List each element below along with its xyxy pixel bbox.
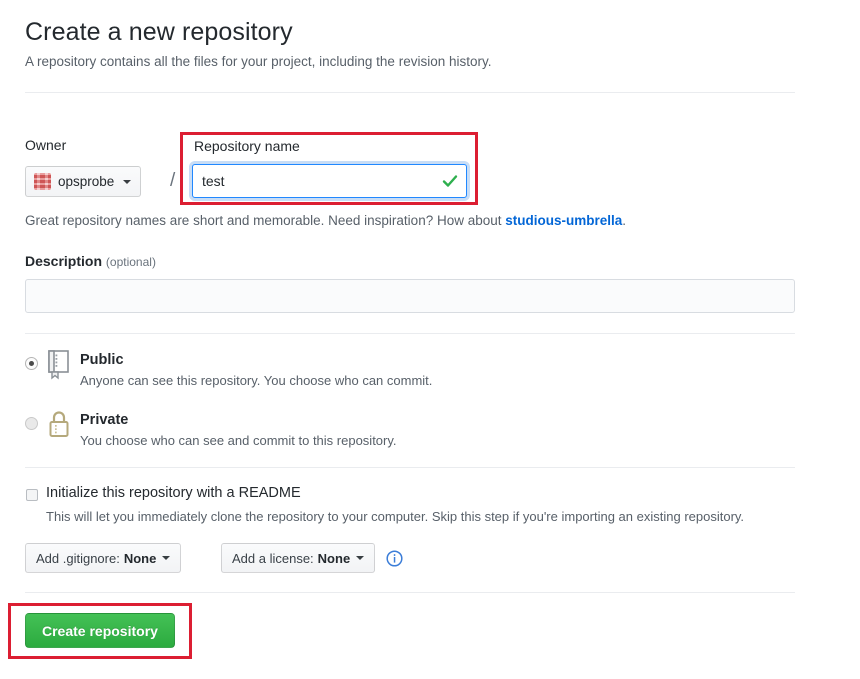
divider-visibility [25, 333, 795, 334]
owner-name: opsprobe [58, 174, 115, 189]
visibility-public-description: Anyone can see this repository. You choo… [80, 373, 433, 388]
page-subtitle: A repository contains all the files for … [25, 54, 492, 69]
owner-repo-separator: / [170, 170, 176, 191]
lock-icon [49, 411, 69, 437]
description-optional-text: (optional) [105, 255, 156, 269]
hint-text-before: Great repository names are short and mem… [25, 213, 506, 228]
license-prefix: Add a license: [232, 550, 314, 566]
divider-header [25, 92, 795, 93]
info-circle-icon[interactable] [386, 550, 403, 567]
create-repository-page: Create a new repository A repository con… [0, 0, 860, 679]
owner-label: Owner [25, 137, 67, 153]
readme-checkbox[interactable] [26, 489, 38, 501]
chevron-down-icon [356, 556, 365, 560]
description-label: Description (optional) [25, 253, 156, 269]
radio-private[interactable] [25, 417, 38, 430]
owner-select-button[interactable]: opsprobe [25, 166, 142, 197]
repository-name-hint: Great repository names are short and mem… [25, 213, 626, 228]
license-value: None [317, 550, 351, 566]
repository-name-label: Repository name [194, 138, 300, 154]
divider-submit [25, 592, 795, 593]
hint-text-after: . [622, 213, 627, 228]
description-label-text: Description [25, 253, 103, 269]
create-repository-button[interactable]: Create repository [25, 613, 175, 648]
visibility-private-description: You choose who can see and commit to thi… [80, 433, 397, 448]
repo-name-suggestion-link[interactable]: studious-umbrella [505, 213, 622, 228]
gitignore-select-button[interactable]: Add .gitignore: None [25, 543, 182, 573]
chevron-down-icon [162, 556, 171, 560]
gitignore-prefix: Add .gitignore: [36, 550, 120, 566]
divider-readme [25, 467, 795, 468]
readme-description: This will let you immediately clone the … [46, 509, 745, 524]
description-input[interactable] [25, 279, 795, 313]
page-title: Create a new repository [25, 18, 293, 46]
identicon-avatar [34, 173, 51, 190]
radio-public[interactable] [25, 357, 38, 370]
repository-name-field-wrap [192, 164, 467, 198]
visibility-public-title: Public [80, 352, 124, 368]
readme-label: Initialize this repository with a README [46, 485, 301, 501]
repository-name-input[interactable] [192, 164, 467, 198]
gitignore-value: None [123, 550, 157, 566]
visibility-private-title: Private [80, 412, 129, 428]
repo-book-icon [48, 350, 69, 380]
chevron-down-icon [123, 179, 132, 184]
license-select-button[interactable]: Add a license: None [221, 543, 376, 573]
